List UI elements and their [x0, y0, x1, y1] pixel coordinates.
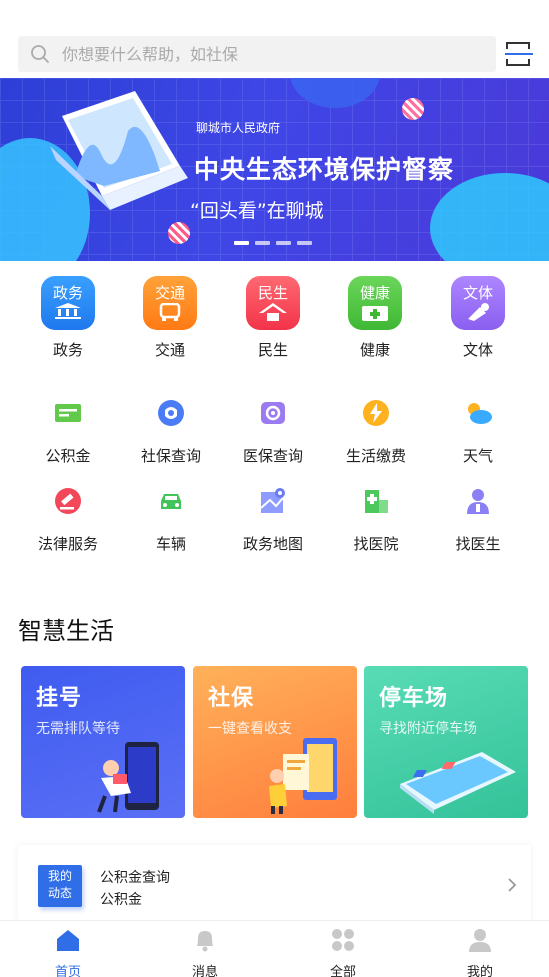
tab-home[interactable]: 首页: [38, 927, 98, 977]
carousel-indicator: [234, 241, 312, 245]
document-illustration: [269, 738, 337, 814]
laptop-illustration: [50, 91, 188, 210]
card-social-security[interactable]: 社保 一键查看收支: [193, 666, 357, 818]
banner-subtitle: “回头看”在聊城: [190, 200, 324, 222]
doctor-icon: [467, 489, 489, 514]
card-parking[interactable]: 停车场 寻找附近停车场: [364, 666, 528, 818]
category-label: 政务: [52, 341, 83, 359]
service-fund[interactable]: 公积金: [18, 398, 118, 466]
government-building-icon: 政务: [41, 276, 95, 330]
home-icon: [57, 930, 79, 951]
service-label: 社保查询: [140, 447, 201, 465]
category-label: 民生: [257, 341, 288, 359]
chevron-right-icon[interactable]: [506, 877, 518, 893]
tab-profile[interactable]: 我的: [450, 927, 510, 977]
tab-label: 我的: [466, 965, 493, 977]
card-registration[interactable]: 挂号 无需排队等待: [21, 666, 185, 818]
grid-icon: [332, 929, 354, 951]
service-label: 公积金: [45, 447, 91, 465]
service-vehicle[interactable]: 车辆: [121, 486, 221, 554]
search-icon: [31, 45, 49, 63]
service-label: 生活缴费: [345, 447, 406, 465]
category-government[interactable]: 政务 政务: [28, 276, 108, 360]
search-input[interactable]: [62, 44, 462, 64]
category-livelihood[interactable]: 民生 民生: [233, 276, 313, 360]
category-health[interactable]: 健康 健康: [335, 276, 415, 360]
badge-text: 动态: [47, 886, 72, 900]
category-label: 文体: [462, 341, 493, 359]
search-bar[interactable]: [18, 36, 496, 72]
service-weather[interactable]: 天气: [428, 398, 528, 466]
category-label: 健康: [359, 341, 390, 359]
card-title: 挂号: [36, 686, 83, 711]
service-label: 找医生: [455, 535, 501, 553]
tab-messages[interactable]: 消息: [175, 927, 235, 977]
service-social-security[interactable]: 社保查询: [121, 398, 221, 466]
service-utility-payment[interactable]: 生活缴费: [326, 398, 426, 466]
house-icon: 民生: [246, 276, 300, 330]
user-icon: [469, 929, 491, 952]
banner-org: 聊城市人民政府: [196, 121, 281, 135]
hospital-icon: [365, 490, 388, 513]
activity-title: 公积金查询: [100, 870, 170, 886]
my-activity-badge: 我的 动态: [38, 865, 82, 907]
carousel-dot[interactable]: [276, 241, 291, 245]
category-transport[interactable]: 交通 交通: [130, 276, 210, 360]
scan-icon[interactable]: [505, 40, 533, 68]
service-label: 法律服务: [37, 535, 98, 553]
service-label: 医保查询: [242, 447, 303, 465]
activity-detail: 公积金: [100, 892, 142, 908]
map-icon: [260, 488, 285, 513]
category-icon-text: 交通: [154, 284, 185, 302]
service-label: 车辆: [155, 535, 186, 553]
car-icon: [161, 494, 181, 509]
service-legal[interactable]: 法律服务: [18, 486, 118, 554]
medical-kit-icon: 健康: [348, 276, 402, 330]
badge-text: 我的: [47, 869, 72, 883]
section-title: 智慧生活: [18, 617, 114, 645]
fund-card-icon: [55, 404, 81, 422]
category-icon-text: 健康: [359, 284, 390, 302]
card-title: 停车场: [379, 686, 449, 711]
parking-phone-illustration: [400, 752, 516, 814]
social-security-icon: [158, 400, 184, 426]
card-subtitle: 无需排队等待: [36, 721, 120, 737]
service-medical-insurance[interactable]: 医保查询: [223, 398, 323, 466]
bus-icon: 交通: [143, 276, 197, 330]
category-culture-sports[interactable]: 文体 文体: [438, 276, 518, 360]
tab-label: 全部: [329, 965, 356, 977]
carousel-dot[interactable]: [255, 241, 270, 245]
card-title: 社保: [208, 686, 255, 711]
tab-label: 消息: [191, 965, 218, 977]
category-icon-text: 政务: [52, 284, 83, 302]
medical-insurance-icon: [261, 402, 285, 424]
category-icon-text: 文体: [462, 284, 493, 302]
category-label: 交通: [154, 341, 185, 359]
tab-label: 首页: [54, 965, 81, 977]
banner-decoration: [402, 98, 424, 120]
phone-illustration: [97, 742, 159, 813]
category-icon-text: 民生: [257, 284, 288, 302]
service-label: 找医院: [353, 535, 399, 553]
service-label: 天气: [462, 447, 493, 465]
banner-decoration: [168, 222, 190, 244]
card-subtitle: 寻找附近停车场: [379, 721, 477, 737]
weather-icon: [468, 403, 492, 424]
carousel-dot[interactable]: [297, 241, 312, 245]
service-label: 政务地图: [242, 535, 303, 553]
bottom-tab-bar: 首页 消息 全部 我的: [0, 920, 549, 977]
promo-banner[interactable]: 聊城市人民政府 中央生态环境保护督察 “回头看”在聊城: [0, 78, 549, 261]
banner-title: 中央生态环境保护督察: [194, 155, 455, 184]
utility-payment-icon: [363, 400, 389, 426]
carousel-dot[interactable]: [234, 241, 249, 245]
sports-icon: 文体: [451, 276, 505, 330]
gavel-icon: [55, 488, 81, 514]
bell-icon: [197, 931, 213, 952]
my-activity-card[interactable]: 我的 动态 公积金查询 公积金: [18, 845, 531, 923]
service-find-doctor[interactable]: 找医生: [428, 486, 528, 554]
service-find-hospital[interactable]: 找医院: [326, 486, 426, 554]
tab-all[interactable]: 全部: [313, 927, 373, 977]
service-gov-map[interactable]: 政务地图: [223, 486, 323, 554]
